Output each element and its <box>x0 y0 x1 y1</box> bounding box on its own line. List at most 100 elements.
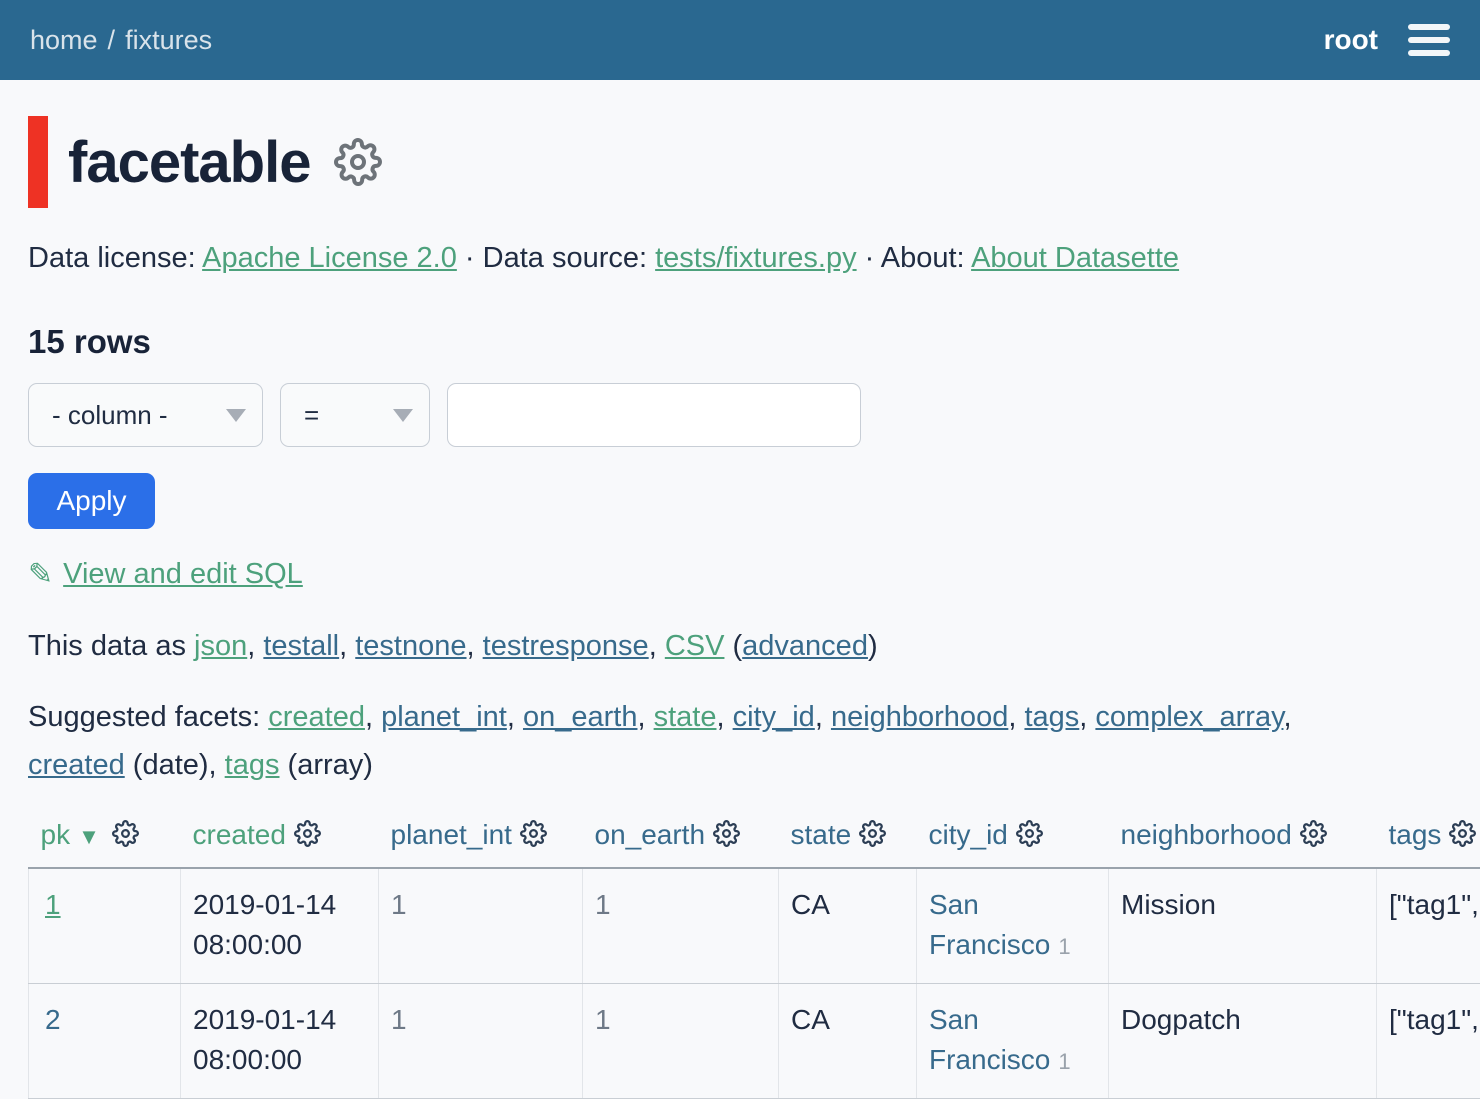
text: , <box>649 630 665 662</box>
sort-city-id-link[interactable]: city_id <box>929 819 1008 850</box>
facet-neighborhood[interactable]: neighborhood <box>831 701 1008 733</box>
table-row: 1 2019-01-14 08:00:00 1 1 CA San Francis… <box>29 868 1480 984</box>
column-gear-icon[interactable] <box>112 820 139 847</box>
export-link-json[interactable]: json <box>194 630 247 662</box>
source-link[interactable]: tests/fixtures.py <box>655 242 856 274</box>
page-title: facetable <box>68 129 310 196</box>
hamburger-menu-icon[interactable] <box>1408 20 1450 60</box>
sort-pk-link[interactable]: pk <box>41 819 71 850</box>
cell-created: 2019-01-14 08:00:00 <box>181 984 379 1099</box>
fk-raw-value: 1 <box>1058 1049 1070 1074</box>
text: , <box>365 701 381 733</box>
export-link-testnone[interactable]: testnone <box>355 630 466 662</box>
column-gear-icon[interactable] <box>520 820 547 847</box>
facet-planet-int[interactable]: planet_int <box>381 701 507 733</box>
filter-row: - column - = <box>28 383 1480 447</box>
text: , <box>716 701 732 733</box>
title-accent-bar <box>28 116 48 208</box>
text: ) <box>868 630 878 662</box>
column-gear-icon[interactable] <box>713 820 740 847</box>
license-link[interactable]: Apache License 2.0 <box>202 242 457 274</box>
export-links-line: This data as json, testall, testnone, te… <box>28 630 1480 663</box>
column-header-on-earth: on_earth <box>583 811 779 868</box>
cell-city-id: San Francisco 1 <box>917 868 1109 984</box>
results-table: pk ▼ created planet_int on_earth state ci… <box>28 811 1480 1099</box>
column-gear-icon[interactable] <box>1300 820 1327 847</box>
facet-complex-array[interactable]: complex_array <box>1095 701 1283 733</box>
pencil-icon: ✎ <box>28 557 53 592</box>
facet-tags-array[interactable]: tags <box>225 749 280 781</box>
column-gear-icon[interactable] <box>294 820 321 847</box>
facet-created[interactable]: created <box>268 701 365 733</box>
city-link[interactable]: San Francisco <box>929 889 1050 960</box>
city-link[interactable]: San Francisco <box>929 1004 1050 1075</box>
operator-select[interactable]: = <box>280 383 430 447</box>
facet-city-id[interactable]: city_id <box>733 701 815 733</box>
table-row: 2 2019-01-14 08:00:00 1 1 CA San Francis… <box>29 984 1480 1099</box>
sort-on-earth-link[interactable]: on_earth <box>595 819 706 850</box>
operator-select-value: = <box>304 400 319 431</box>
table-settings-gear-icon[interactable] <box>334 138 382 186</box>
suggested-facets: Suggested facets: created, planet_int, o… <box>28 693 1480 789</box>
sort-desc-icon: ▼ <box>78 824 100 849</box>
sort-neighborhood-link[interactable]: neighborhood <box>1121 819 1292 850</box>
row-pk-link[interactable]: 1 <box>45 889 61 920</box>
column-header-city-id: city_id <box>917 811 1109 868</box>
separator-dot: · <box>857 242 881 274</box>
view-edit-sql-link[interactable]: View and edit SQL <box>63 558 303 591</box>
row-pk-link[interactable]: 2 <box>45 1004 61 1035</box>
hamburger-bar <box>1408 50 1450 56</box>
cell-neighborhood: Mission <box>1109 868 1377 984</box>
row-count-heading: 15 rows <box>28 323 1480 361</box>
text: , <box>507 701 523 733</box>
text: , <box>637 701 653 733</box>
facet-state[interactable]: state <box>654 701 717 733</box>
main-content: facetable Data license: Apache License 2… <box>0 116 1480 1099</box>
breadcrumb-home[interactable]: home <box>30 25 98 55</box>
cell-pk: 1 <box>29 868 181 984</box>
sort-created-link[interactable]: created <box>193 819 286 850</box>
cell-on-earth: 1 <box>583 984 779 1099</box>
top-navigation-bar: home/fixtures root <box>0 0 1480 80</box>
cell-planet-int: 1 <box>379 868 583 984</box>
sort-state-link[interactable]: state <box>791 819 852 850</box>
title-row: facetable <box>28 116 1480 208</box>
facet-on-earth[interactable]: on_earth <box>523 701 638 733</box>
text: , <box>1283 701 1291 733</box>
facet-tags[interactable]: tags <box>1024 701 1079 733</box>
export-link-testall[interactable]: testall <box>263 630 339 662</box>
export-link-advanced[interactable]: advanced <box>742 630 868 662</box>
column-header-planet-int: planet_int <box>379 811 583 868</box>
sort-tags-link[interactable]: tags <box>1389 819 1442 850</box>
text: , <box>247 630 263 662</box>
column-header-state: state <box>779 811 917 868</box>
cell-tags: ["tag1", "tag3"] <box>1377 984 1480 1099</box>
filter-value-input[interactable] <box>447 383 861 447</box>
column-header-tags: tags <box>1377 811 1480 868</box>
column-gear-icon[interactable] <box>859 820 886 847</box>
breadcrumb-fixtures[interactable]: fixtures <box>125 25 212 55</box>
hamburger-bar <box>1408 37 1450 43</box>
hamburger-bar <box>1408 24 1450 30</box>
export-link-testresponse[interactable]: testresponse <box>483 630 649 662</box>
export-link-csv[interactable]: CSV <box>665 630 725 662</box>
sort-planet-int-link[interactable]: planet_int <box>391 819 512 850</box>
facets-line-2: created (date), tags (array) <box>28 741 1480 789</box>
text: , <box>815 701 831 733</box>
column-select[interactable]: - column - <box>28 383 263 447</box>
fk-raw-value: 1 <box>1058 934 1070 959</box>
text: , <box>1079 701 1095 733</box>
column-header-neighborhood: neighborhood <box>1109 811 1377 868</box>
facets-prefix: Suggested facets: <box>28 701 268 733</box>
column-gear-icon[interactable] <box>1449 820 1476 847</box>
chevron-down-icon <box>393 409 413 422</box>
logged-in-user[interactable]: root <box>1324 24 1378 56</box>
cell-state: CA <box>779 984 917 1099</box>
facet-created-date[interactable]: created <box>28 749 125 781</box>
column-gear-icon[interactable] <box>1016 820 1043 847</box>
about-link[interactable]: About Datasette <box>971 242 1179 274</box>
cell-neighborhood: Dogpatch <box>1109 984 1377 1099</box>
apply-button[interactable]: Apply <box>28 473 155 529</box>
about-label: About: <box>881 242 971 274</box>
column-header-created: created <box>181 811 379 868</box>
